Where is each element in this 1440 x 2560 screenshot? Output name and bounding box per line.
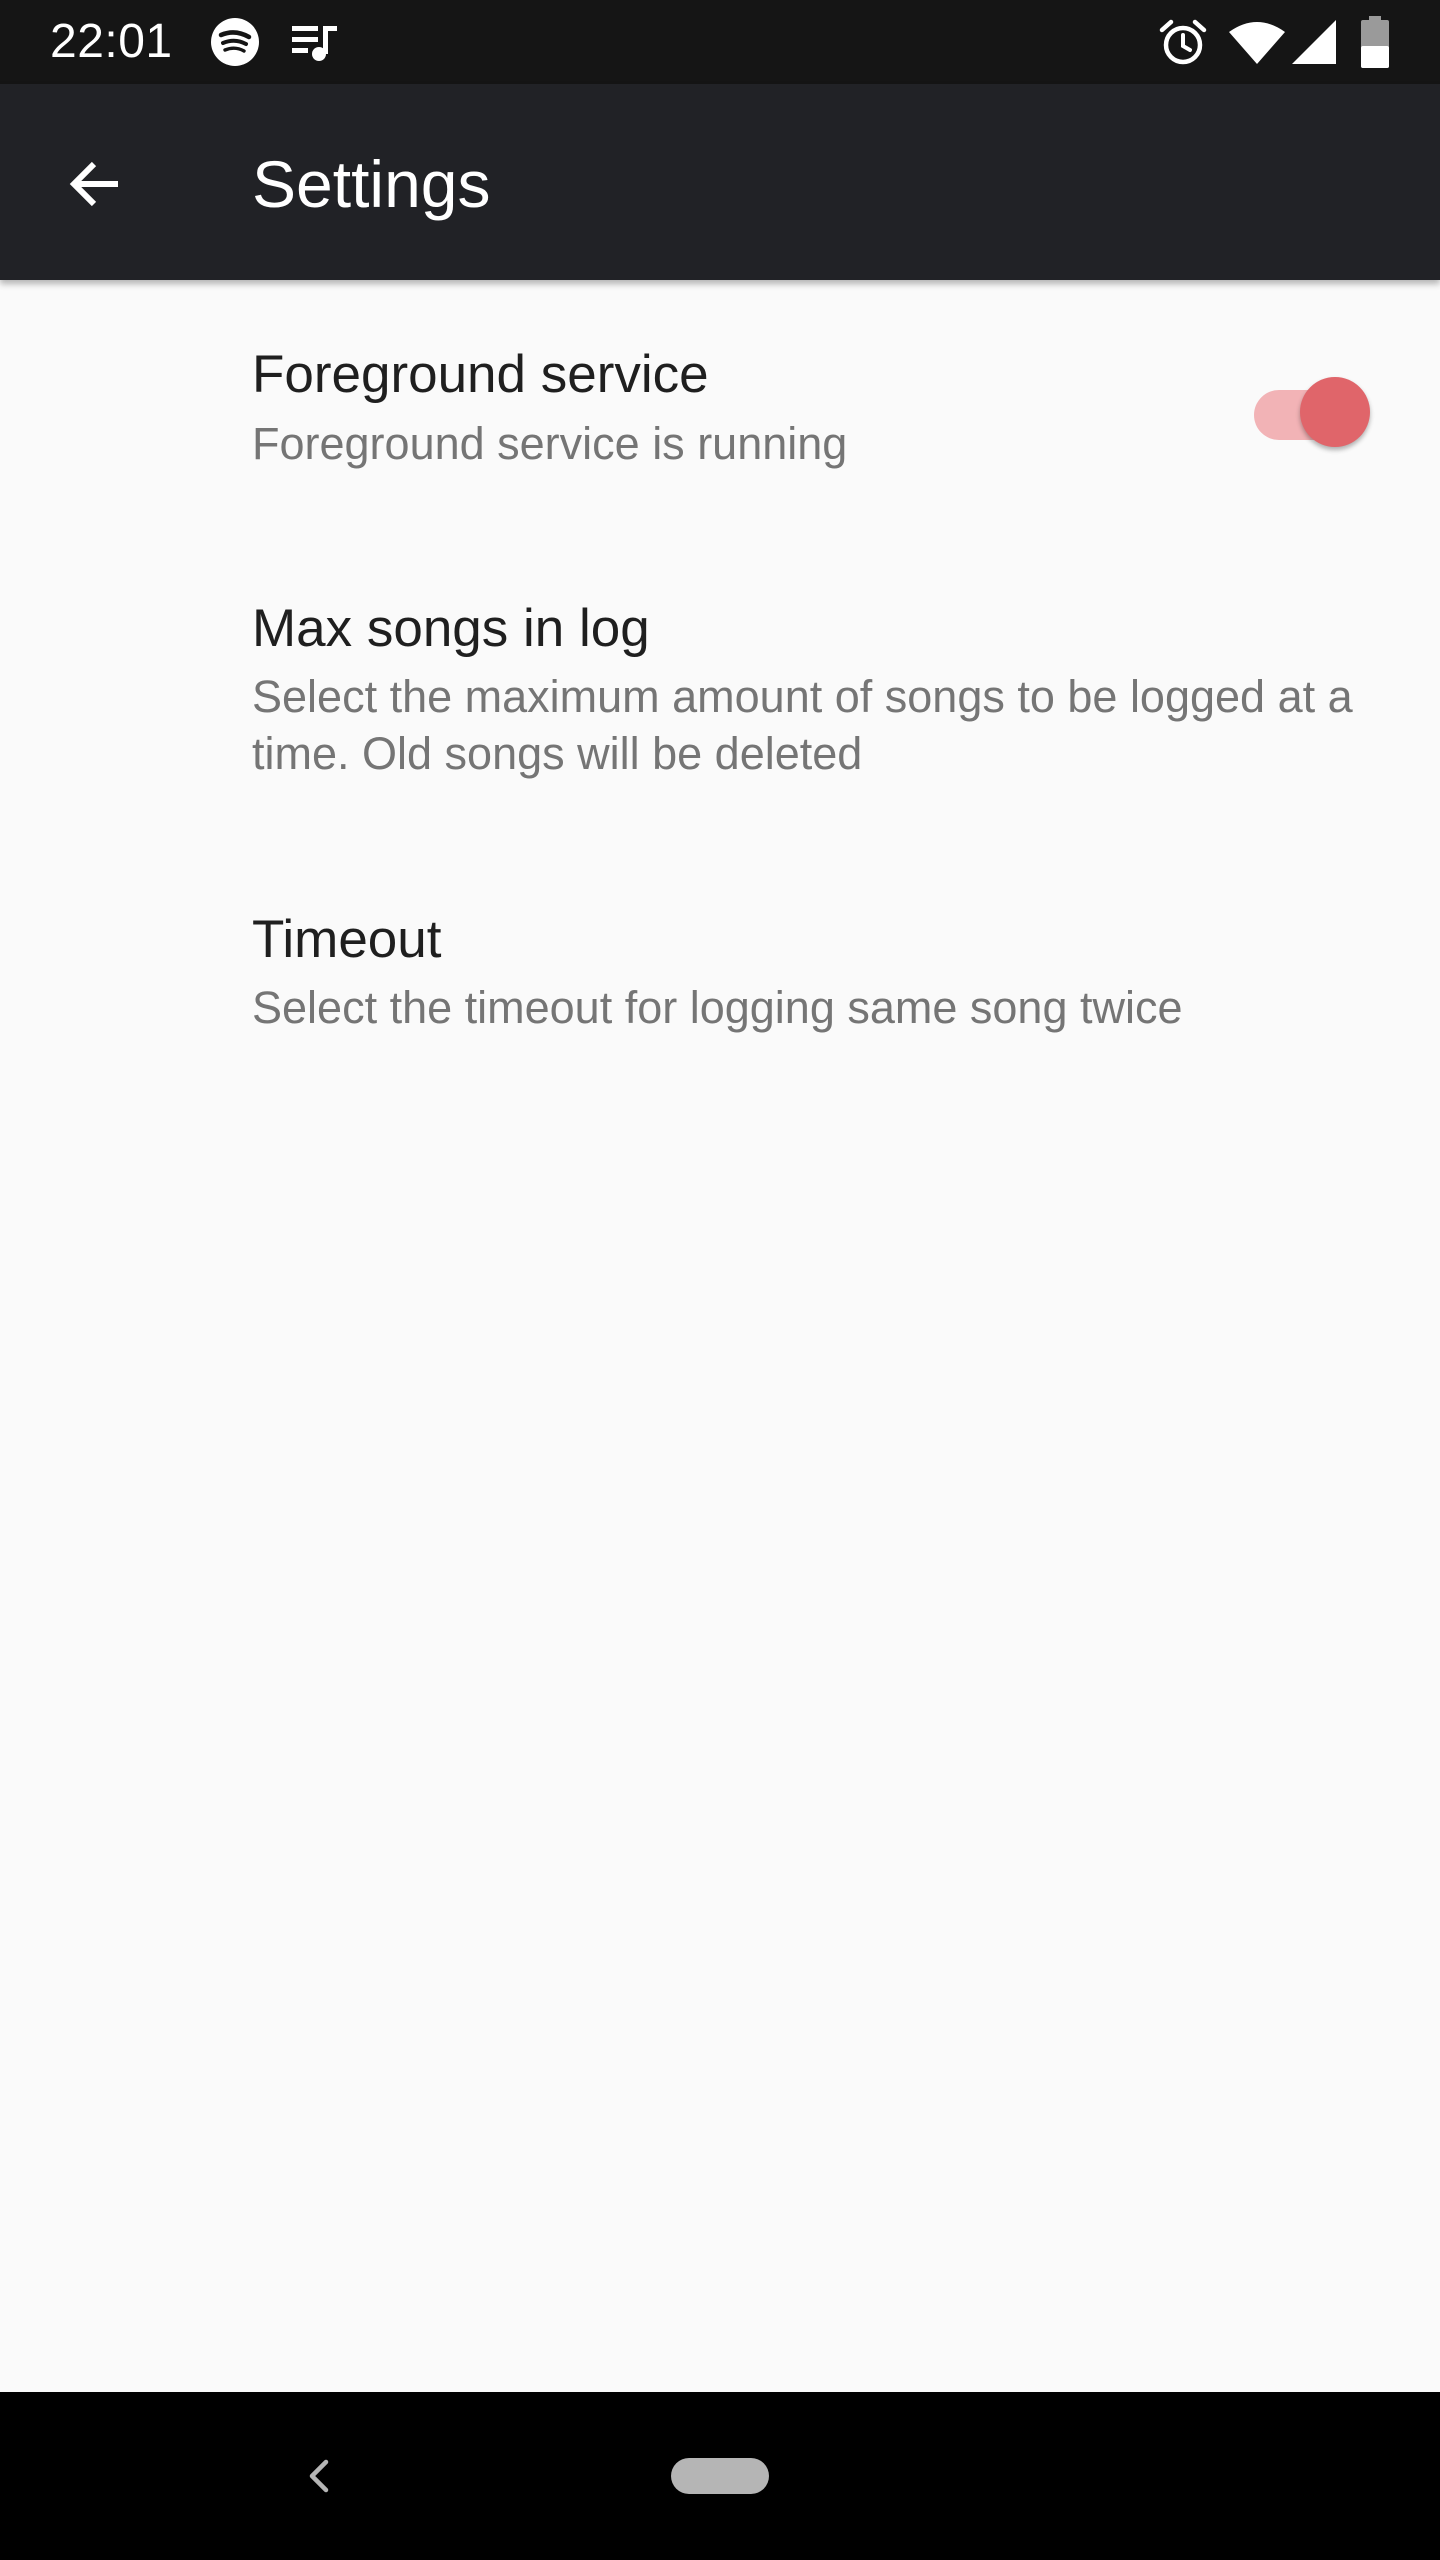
status-bar: 22:01 [0,0,1440,84]
wifi-icon [1229,22,1285,64]
nav-back-icon [309,2459,329,2493]
foreground-service-switch[interactable] [1250,368,1374,448]
spotify-icon [211,18,259,66]
status-time: 22:01 [50,15,173,68]
arrow-back-icon [69,161,118,207]
signal-icon [1292,20,1336,64]
app-bar: Settings [0,84,1440,280]
pref-summary: Select the timeout for logging same song… [252,982,1183,1033]
pref-title: Foreground service [252,345,709,404]
page-title: Settings [252,147,491,221]
pref-max-songs-in-log[interactable]: Max songs in log Select the maximum amou… [0,530,1440,842]
pref-summary: Foreground service is running [252,418,848,469]
pref-foreground-service[interactable]: Foreground service Foreground service is… [0,280,1440,530]
switch-thumb [1300,377,1370,447]
nav-back-button[interactable] [280,2436,360,2516]
alarm-icon [1159,19,1207,65]
music-queue-icon [292,26,337,61]
settings-list: Foreground service Foreground service is… [0,280,1440,2392]
pref-title: Timeout [252,910,442,969]
pref-timeout[interactable]: Timeout Select the timeout for logging s… [0,842,1440,1092]
back-button[interactable] [44,134,144,234]
pref-summary: Select the maximum amount of songs to be… [252,671,1353,779]
pref-title: Max songs in log [252,599,650,658]
home-pill-icon[interactable] [671,2458,769,2494]
battery-icon [1361,16,1389,68]
